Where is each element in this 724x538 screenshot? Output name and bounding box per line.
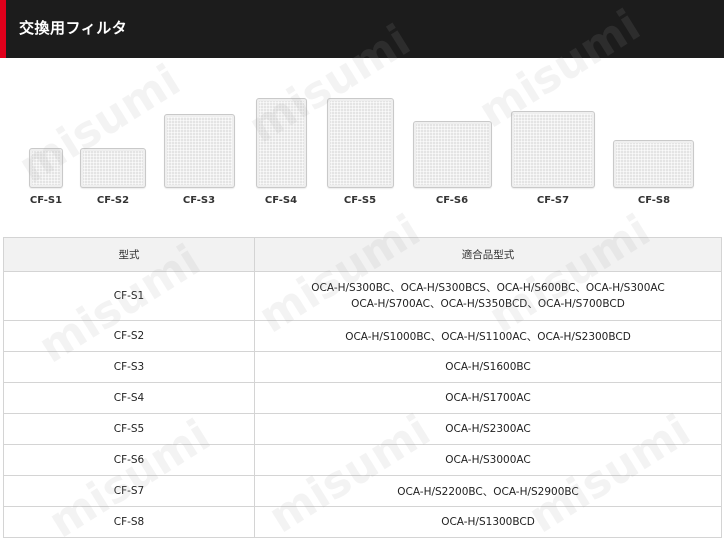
compatible-cell: OCA-H/S1600BC xyxy=(254,351,722,383)
table-header-row: 型式 適合品型式 xyxy=(3,237,722,272)
compatible-cell: OCA-H/S300BC、OCA-H/S300BCS、OCA-H/S600BC、… xyxy=(254,271,722,321)
compatibility-table: 型式 適合品型式 CF-S1 OCA-H/S300BC、OCA-H/S300BC… xyxy=(3,237,722,538)
filter-image-cf-s4 xyxy=(256,98,307,188)
filter-label-cf-s2: CF-S2 xyxy=(96,195,130,206)
model-cell: CF-S8 xyxy=(3,506,255,538)
section-header: 交換用フィルタ xyxy=(0,0,724,58)
table-row: CF-S8 OCA-H/S1300BCD xyxy=(3,506,722,538)
filter-label-cf-s7: CF-S7 xyxy=(536,195,570,206)
table-row: CF-S6 OCA-H/S3000AC xyxy=(3,444,722,476)
table-row: CF-S2 OCA-H/S1000BC、OCA-H/S1100AC、OCA-H/… xyxy=(3,320,722,352)
compatible-cell: OCA-H/S2200BC、OCA-H/S2900BC xyxy=(254,475,722,507)
filter-image-cf-s3 xyxy=(164,114,235,188)
compatible-cell: OCA-H/S2300AC xyxy=(254,413,722,445)
filter-label-cf-s1: CF-S1 xyxy=(29,195,63,206)
filter-image-cf-s6 xyxy=(413,121,492,188)
filter-label-cf-s4: CF-S4 xyxy=(264,195,298,206)
filter-image-cf-s5 xyxy=(327,98,394,188)
table-row: CF-S7 OCA-H/S2200BC、OCA-H/S2900BC xyxy=(3,475,722,507)
filter-gallery: CF-S1 CF-S2 CF-S3 CF-S4 CF-S5 CF-S6 CF-S… xyxy=(0,58,724,223)
compatible-cell: OCA-H/S3000AC xyxy=(254,444,722,476)
compatible-cell: OCA-H/S1300BCD xyxy=(254,506,722,538)
table-row: CF-S5 OCA-H/S2300AC xyxy=(3,413,722,445)
filter-image-cf-s7 xyxy=(511,111,595,188)
model-cell: CF-S2 xyxy=(3,320,255,352)
model-cell: CF-S1 xyxy=(3,271,255,321)
model-cell: CF-S7 xyxy=(3,475,255,507)
filter-image-cf-s8 xyxy=(613,140,694,188)
model-cell: CF-S4 xyxy=(3,382,255,414)
header-accent-bar xyxy=(0,0,6,58)
compatible-column-header: 適合品型式 xyxy=(254,237,722,272)
model-cell: CF-S3 xyxy=(3,351,255,383)
filter-label-cf-s3: CF-S3 xyxy=(182,195,216,206)
filter-image-cf-s1 xyxy=(29,148,63,188)
table-row: CF-S1 OCA-H/S300BC、OCA-H/S300BCS、OCA-H/S… xyxy=(3,271,722,321)
filter-label-cf-s8: CF-S8 xyxy=(637,195,671,206)
compatible-line: OCA-H/S300BC、OCA-H/S300BCS、OCA-H/S600BC、… xyxy=(311,282,665,294)
table-row: CF-S4 OCA-H/S1700AC xyxy=(3,382,722,414)
filter-label-cf-s6: CF-S6 xyxy=(435,195,469,206)
model-cell: CF-S6 xyxy=(3,444,255,476)
filter-image-cf-s2 xyxy=(80,148,146,188)
model-column-header: 型式 xyxy=(3,237,255,272)
table-row: CF-S3 OCA-H/S1600BC xyxy=(3,351,722,383)
compatible-line: OCA-H/S700AC、OCA-H/S350BCD、OCA-H/S700BCD xyxy=(351,298,625,310)
section-title: 交換用フィルタ xyxy=(19,19,128,37)
compatible-cell: OCA-H/S1700AC xyxy=(254,382,722,414)
compatible-cell: OCA-H/S1000BC、OCA-H/S1100AC、OCA-H/S2300B… xyxy=(254,320,722,352)
filter-label-cf-s5: CF-S5 xyxy=(343,195,377,206)
model-cell: CF-S5 xyxy=(3,413,255,445)
